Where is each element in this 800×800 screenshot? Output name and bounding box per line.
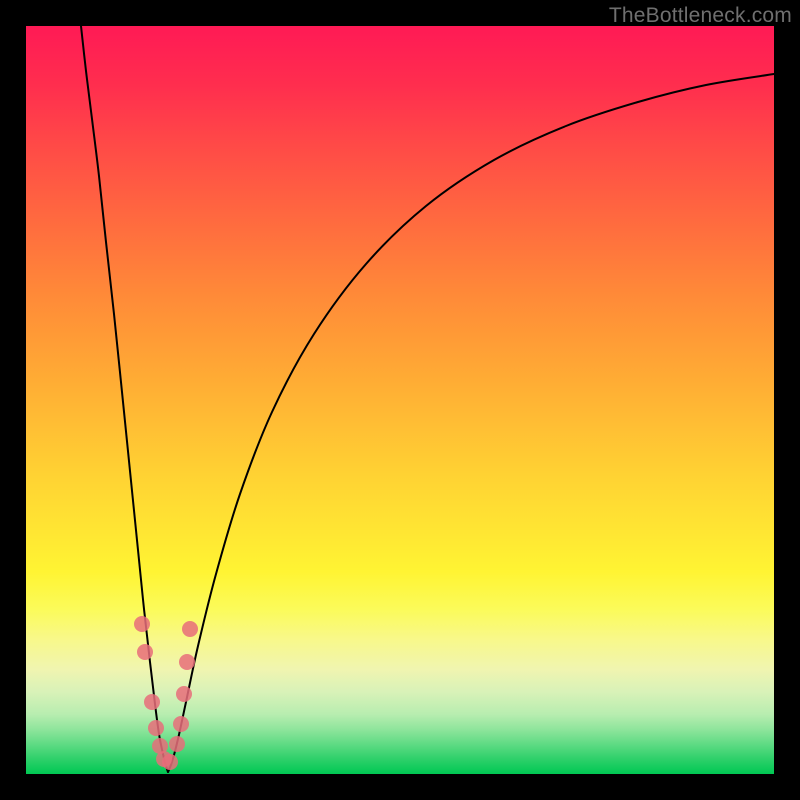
plot-area (26, 26, 774, 774)
watermark-text: TheBottleneck.com (609, 4, 792, 28)
curve-right-branch (168, 74, 774, 772)
trough-marker (148, 720, 164, 736)
trough-marker (173, 716, 189, 732)
chart-svg (26, 26, 774, 774)
trough-marker (169, 736, 185, 752)
trough-marker (162, 754, 178, 770)
trough-marker (134, 616, 150, 632)
trough-marker (182, 621, 198, 637)
trough-marker (137, 644, 153, 660)
trough-marker (179, 654, 195, 670)
trough-marker (176, 686, 192, 702)
trough-marker (144, 694, 160, 710)
curve-left-branch (81, 26, 168, 772)
